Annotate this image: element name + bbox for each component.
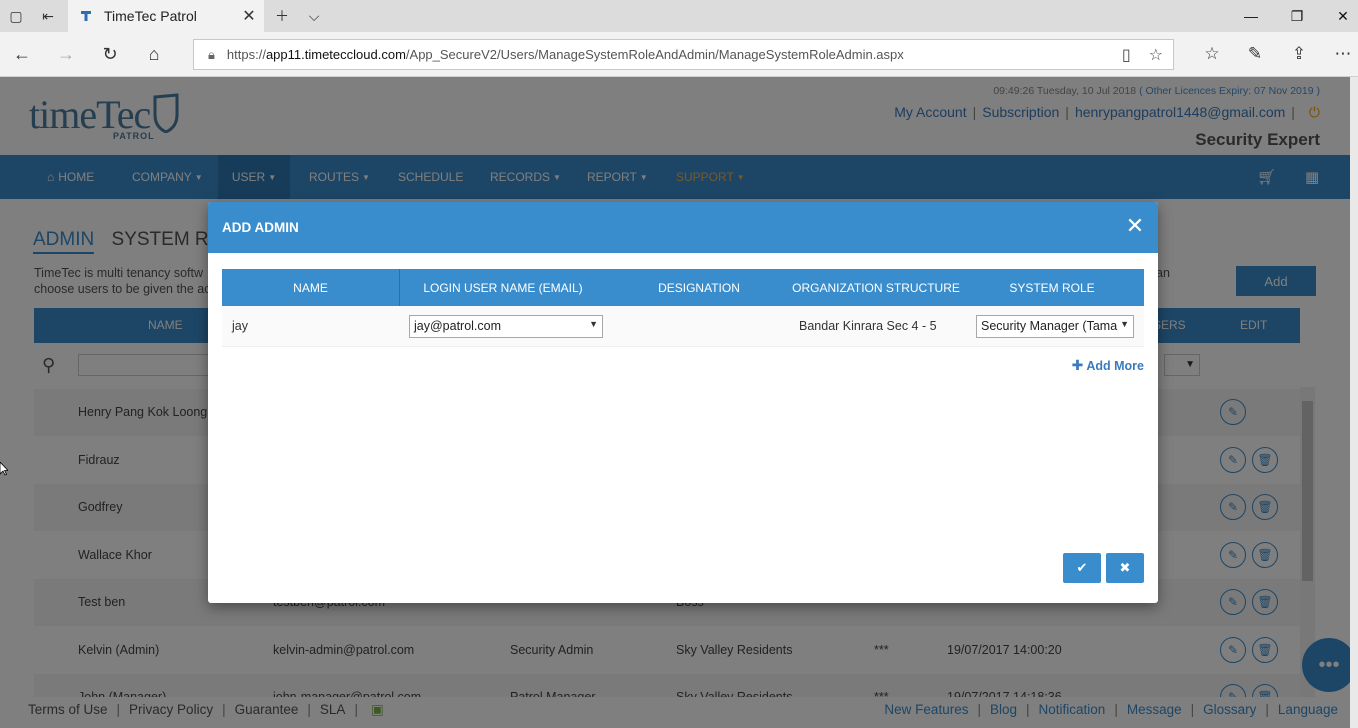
modal-header: ADD ADMIN ✕: [208, 202, 1158, 253]
url-host: app11.timeteccloud.com: [265, 47, 406, 62]
reading-view-icon[interactable]: ▯: [1122, 45, 1131, 65]
add-more-link[interactable]: ✚ Add More: [1072, 357, 1144, 374]
cancel-x-button[interactable]: ✖: [1106, 553, 1144, 583]
add-admin-modal: ADD ADMIN ✕ NAME LOGIN USER NAME (EMAIL)…: [208, 202, 1158, 603]
tab-list-chevron-icon[interactable]: ⌵: [298, 0, 330, 32]
close-icon: ✖: [1119, 560, 1131, 575]
modal-title: ADD ADMIN: [222, 220, 299, 235]
close-icon[interactable]: ✕: [1124, 215, 1146, 237]
forward-icon[interactable]: →: [49, 38, 83, 70]
mouse-cursor-icon: [0, 462, 8, 476]
caret-down-icon: ▼: [589, 319, 598, 329]
modal-table-header: NAME LOGIN USER NAME (EMAIL) DESIGNATION…: [222, 269, 1144, 306]
restore-icon[interactable]: ❐: [1274, 0, 1320, 32]
refresh-icon[interactable]: ↻: [93, 38, 127, 70]
page-scrollbar[interactable]: [1350, 77, 1358, 728]
new-tab-icon[interactable]: ＋: [266, 0, 298, 32]
login-email-select[interactable]: jay@patrol.com ▼: [409, 315, 603, 338]
col-system-role: SYSTEM ROLE: [1009, 280, 1095, 295]
close-tab-icon[interactable]: ✕: [234, 6, 264, 26]
browser-address-bar: ← → ↻ ⌂ 🔒︎ https://app11.timeteccloud.co…: [0, 32, 1358, 77]
col-login: LOGIN USER NAME (EMAIL): [423, 280, 583, 295]
modal-table-row: jay jay@patrol.com ▼ Bandar Kinrara Sec …: [222, 306, 1144, 347]
confirm-check-button[interactable]: ✔: [1063, 553, 1101, 583]
browser-tab[interactable]: TimeTec Patrol ✕: [68, 0, 264, 32]
set-aside-tabs-icon[interactable]: ⇤: [32, 0, 64, 32]
more-menu-icon[interactable]: ⋯: [1323, 38, 1358, 70]
lock-icon: 🔒︎: [208, 46, 215, 62]
back-icon[interactable]: ←: [5, 38, 39, 70]
url-path: /App_SecureV2/Users/ManageSystemRoleAndA…: [405, 47, 904, 62]
check-icon: ✔: [1076, 560, 1088, 575]
timetec-favicon-icon: [78, 8, 94, 24]
caret-down-icon: ▼: [1120, 319, 1129, 329]
admin-name: jay: [232, 319, 248, 333]
home-icon[interactable]: ⌂: [137, 38, 171, 70]
favorite-star-icon[interactable]: ☆: [1149, 45, 1163, 65]
tab-title: TimeTec Patrol: [104, 8, 197, 24]
tab-actions-icon[interactable]: ▢: [0, 0, 32, 32]
system-role-select[interactable]: Security Manager (Tama ▼: [976, 315, 1134, 338]
col-name: NAME: [293, 280, 328, 295]
favorites-hub-icon[interactable]: ☆: [1192, 38, 1232, 70]
share-icon[interactable]: ⇪: [1279, 38, 1319, 70]
browser-tab-bar: ▢ ⇤ TimeTec Patrol ✕ ＋ ⌵ — ❐ ✕: [0, 0, 1358, 32]
web-note-icon[interactable]: ✎: [1235, 38, 1275, 70]
organization-value: Bandar Kinrara Sec 4 - 5: [799, 319, 937, 333]
minimize-icon[interactable]: —: [1228, 0, 1274, 32]
col-designation: DESIGNATION: [658, 280, 740, 295]
close-window-icon[interactable]: ✕: [1320, 0, 1358, 32]
url-field[interactable]: 🔒︎ https://app11.timeteccloud.com/App_Se…: [193, 39, 1174, 70]
url-prefix: https://: [226, 47, 266, 62]
col-organization: ORGANIZATION STRUCTURE: [792, 280, 960, 295]
plus-icon: ✚: [1071, 357, 1084, 373]
